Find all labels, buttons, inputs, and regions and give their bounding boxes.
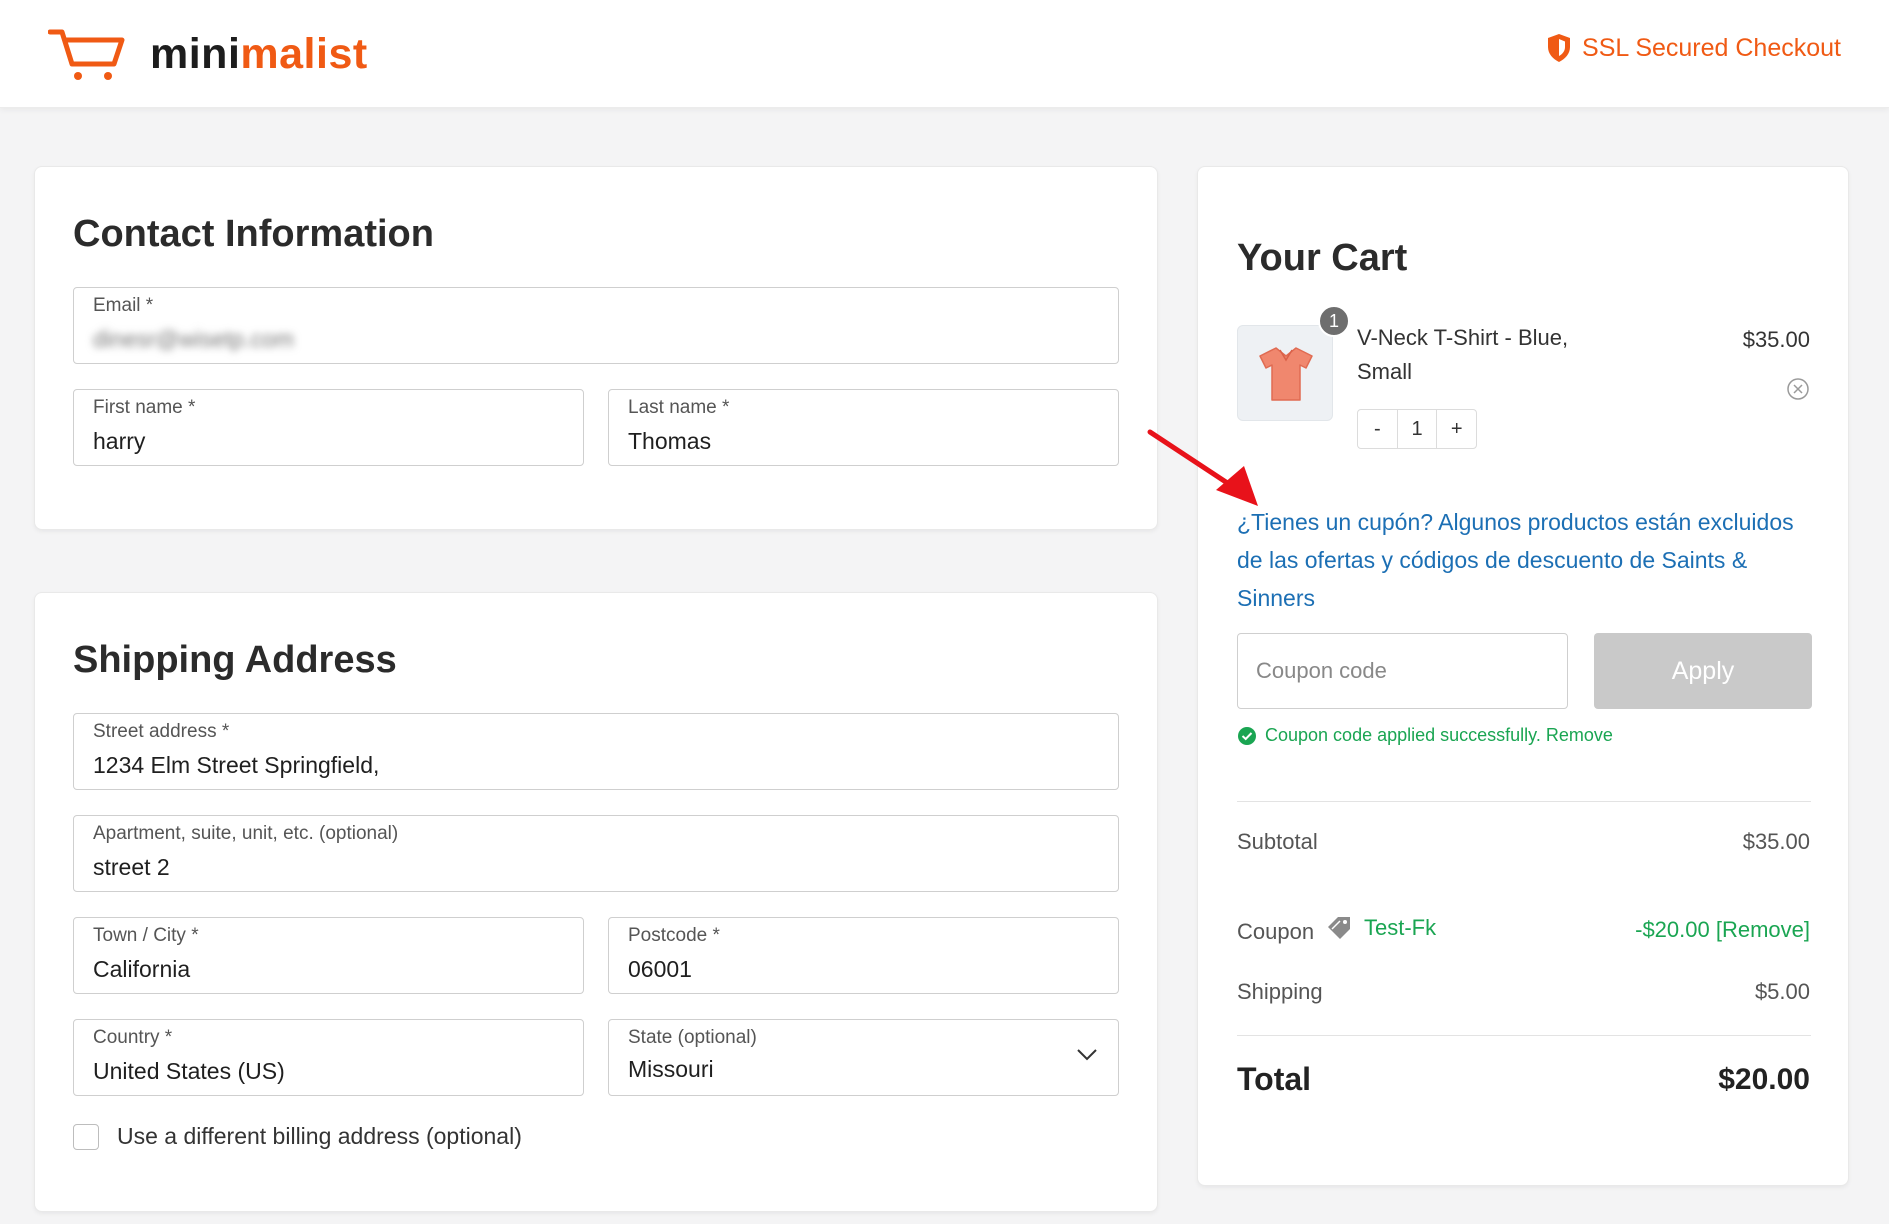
product-thumbnail (1237, 325, 1333, 421)
apartment-value: street 2 (93, 854, 170, 880)
state-label: State (optional) (628, 1027, 757, 1048)
cart-title: Your Cart (1237, 237, 1408, 279)
coupon-discount-value[interactable]: -$20.00 [Remove] (1635, 917, 1810, 943)
contact-section-title: Contact Information (73, 213, 434, 255)
coupon-code-placeholder: Coupon code (1256, 658, 1387, 683)
remove-item-icon[interactable] (1786, 377, 1810, 401)
product-price: $35.00 (1742, 327, 1810, 352)
country-field[interactable]: Country * United States (US) (73, 1019, 584, 1096)
coupon-code-input[interactable]: Coupon code (1237, 633, 1568, 709)
coupon-label: Coupon (1237, 919, 1315, 944)
first-name-label: First name * (93, 397, 196, 418)
apartment-field[interactable]: Apartment, suite, unit, etc. (optional) … (73, 815, 1119, 892)
cart-logo-icon (48, 29, 125, 80)
apply-coupon-button[interactable]: Apply (1594, 633, 1812, 709)
first-name-field[interactable]: First name * harry (73, 389, 584, 466)
street-address-label: Street address * (93, 721, 230, 742)
last-name-value: Thomas (628, 428, 712, 454)
different-billing-label: Use a different billing address (optiona… (117, 1123, 522, 1149)
tshirt-icon (1259, 347, 1313, 401)
shield-icon (1548, 34, 1571, 62)
shipping-address-card: Shipping Address Street address * 1234 E… (34, 592, 1158, 1212)
total-label: Total (1237, 1061, 1312, 1097)
decrease-quantity-button[interactable]: - (1358, 410, 1397, 448)
postcode-value: 06001 (628, 956, 692, 982)
city-label: Town / City * (93, 925, 199, 946)
country-label: Country * (93, 1027, 173, 1048)
brand-name-part1: mini (150, 29, 241, 78)
subtotal-label: Subtotal (1237, 829, 1318, 854)
last-name-field[interactable]: Last name * Thomas (608, 389, 1119, 466)
email-field[interactable]: Email * dinesr@wisetp.com (73, 287, 1119, 364)
contact-information-card: Contact Information Email * dinesr@wiset… (34, 166, 1158, 530)
shipping-section-title: Shipping Address (73, 639, 397, 681)
last-name-label: Last name * (628, 397, 730, 418)
different-billing-checkbox[interactable] (73, 1123, 99, 1150)
chevron-down-icon (1077, 1049, 1097, 1061)
different-billing-option[interactable]: Use a different billing address (optiona… (73, 1123, 522, 1150)
coupon-prompt-link[interactable]: ¿Tienes un cupón? Algunos productos está… (1237, 503, 1817, 617)
street-address-field[interactable]: Street address * 1234 Elm Street Springf… (73, 713, 1119, 790)
apartment-label: Apartment, suite, unit, etc. (optional) (93, 823, 399, 844)
brand-logo[interactable]: minimalist (48, 26, 368, 82)
ssl-secured-text: SSL Secured Checkout (1582, 33, 1841, 62)
state-select[interactable]: State (optional) Missouri (608, 1019, 1119, 1096)
cart-card: Your Cart 1 V-Neck T-Shirt - Blue, Small… (1197, 166, 1849, 1186)
increase-quantity-button[interactable]: + (1437, 410, 1476, 448)
email-label: Email * (93, 295, 154, 316)
applied-coupon: Test-Fk (1326, 915, 1436, 941)
city-field[interactable]: Town / City * California (73, 917, 584, 994)
coupon-success-message: Coupon code applied successfully. Remove (1237, 725, 1613, 746)
applied-coupon-code: Test-Fk (1364, 915, 1437, 940)
brand-name: minimalist (150, 29, 368, 78)
cart-quantity-badge: 1 (1318, 305, 1350, 337)
email-value: dinesr@wisetp.com (93, 326, 295, 352)
total-value: $20.00 (1718, 1063, 1810, 1096)
subtotal-value: $35.00 (1742, 829, 1810, 854)
postcode-field[interactable]: Postcode * 06001 (608, 917, 1119, 994)
ssl-secured-label: SSL Secured Checkout (1546, 33, 1841, 63)
check-circle-icon (1238, 726, 1256, 745)
state-value: Missouri (628, 1056, 714, 1082)
cart-divider (1237, 801, 1811, 802)
site-header: minimalist SSL Secured Checkout (0, 0, 1889, 108)
total-divider (1237, 1035, 1811, 1036)
brand-name-part2: malist (240, 29, 368, 78)
postcode-label: Postcode * (628, 925, 720, 946)
coupon-success-text: Coupon code applied successfully. Remove (1265, 725, 1613, 745)
quantity-stepper: - 1 + (1357, 409, 1477, 449)
shipping-label: Shipping (1237, 979, 1323, 1004)
tag-icon (1328, 917, 1350, 939)
quantity-value[interactable]: 1 (1396, 410, 1438, 448)
product-name: V-Neck T-Shirt - Blue, Small (1357, 325, 1569, 384)
red-arrow-annotation (1147, 429, 1258, 506)
city-value: California (93, 956, 191, 982)
street-address-value: 1234 Elm Street Springfield, (93, 752, 380, 778)
shipping-value: $5.00 (1754, 979, 1810, 1004)
country-value: United States (US) (93, 1058, 285, 1084)
first-name-value: harry (93, 428, 146, 454)
